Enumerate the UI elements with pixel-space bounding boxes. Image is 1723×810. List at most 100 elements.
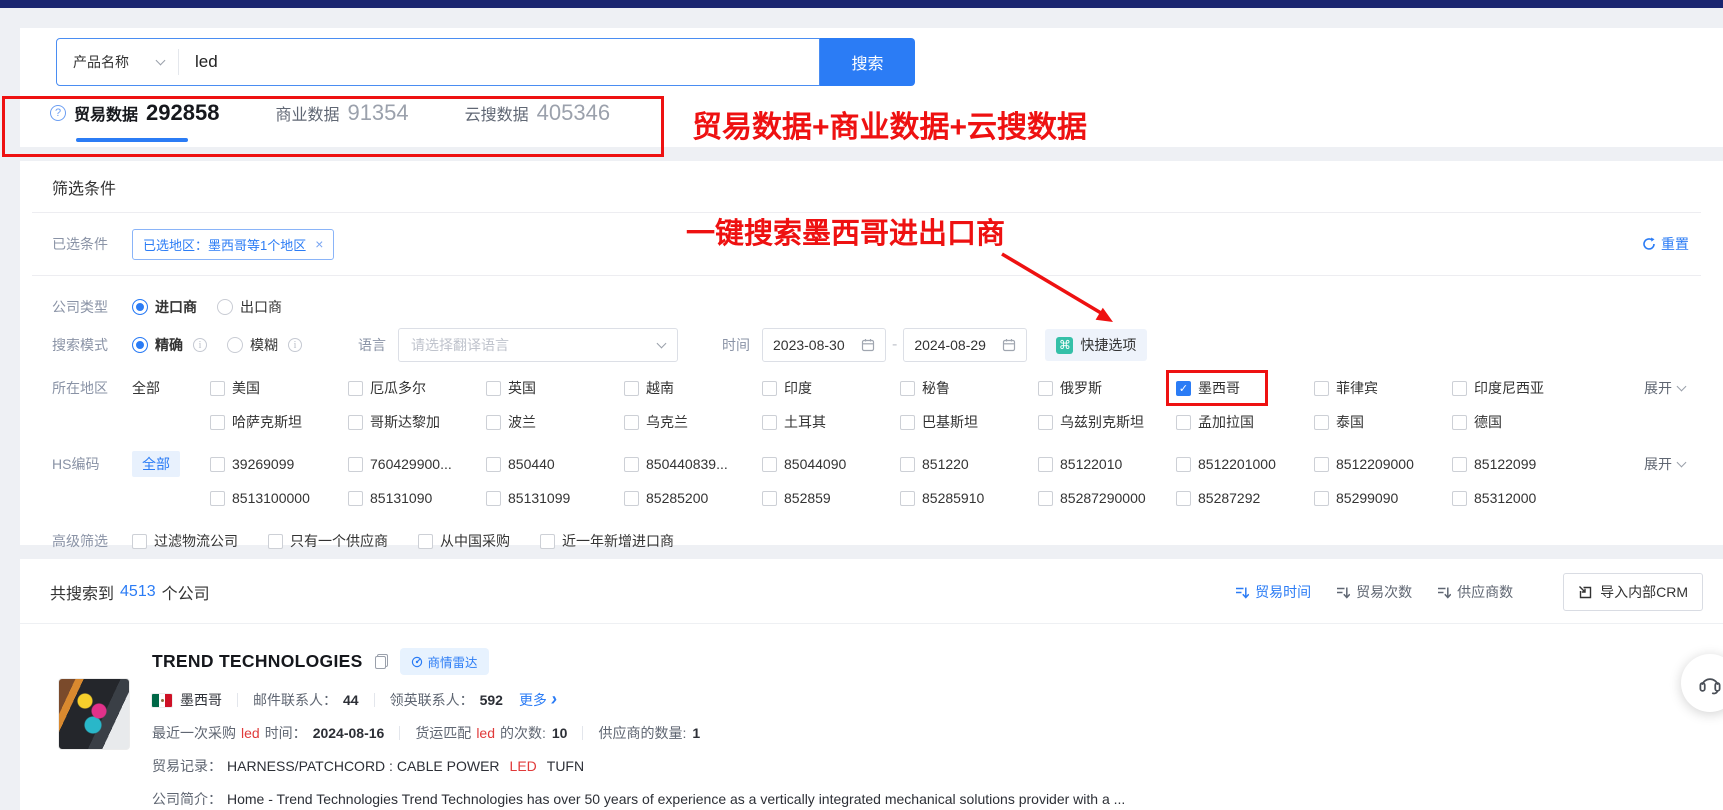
hs-code-checkbox-item[interactable]: 850440839... (624, 456, 762, 472)
hs-code-checkbox-item[interactable]: 85287290000 (1038, 490, 1176, 506)
sort-option[interactable]: 贸易次数 (1337, 582, 1412, 602)
tab-trade-data[interactable]: 贸易数据 292858 (50, 100, 219, 142)
hs-code-checkbox-item[interactable]: 85131099 (486, 490, 624, 506)
radio-exact-mode[interactable]: 精确 (132, 335, 207, 355)
hs-code-checkbox-item[interactable]: 85299090 (1314, 490, 1452, 506)
help-question-icon[interactable] (50, 105, 66, 121)
region-checkbox-item[interactable]: 泰国 (1314, 412, 1452, 432)
quick-options-button[interactable]: ⌘ 快捷选项 (1045, 329, 1147, 361)
advanced-checkbox-item[interactable]: 从中国采购 (418, 531, 510, 551)
radio-exporter[interactable]: 出口商 (217, 297, 282, 317)
hs-code-checkbox-item[interactable]: 85312000 (1452, 490, 1590, 506)
region-checkbox-item[interactable]: 印度 (762, 378, 900, 398)
divider (32, 275, 1701, 276)
hs-code-checkbox-item[interactable]: 851220 (900, 456, 1038, 472)
advanced-checkbox-item[interactable]: 只有一个供应商 (268, 531, 388, 551)
more-link[interactable]: 更多 (519, 690, 557, 710)
region-checkbox-item[interactable]: 印度尼西亚 (1452, 378, 1590, 398)
date-to-input[interactable]: 2024-08-29 (903, 328, 1027, 362)
region-checkbox-item[interactable]: 乌克兰 (624, 412, 762, 432)
region-checkbox-item[interactable]: 秘鲁 (900, 378, 1038, 398)
copy-icon[interactable] (375, 654, 388, 669)
hs-code-checkbox-item[interactable]: 85044090 (762, 456, 900, 472)
info-icon[interactable] (288, 338, 302, 352)
company-intro-label: 公司简介： (152, 789, 222, 809)
checkbox-unchecked-icon (900, 491, 915, 506)
reset-button[interactable]: 重置 (1642, 234, 1701, 254)
region-checkbox-item[interactable]: 德国 (1452, 412, 1590, 432)
region-checkbox-item[interactable]: 哈萨克斯坦 (210, 412, 348, 432)
company-result-item: TREND TECHNOLOGIES 商情雷达 墨西哥 邮件联系人： 44 (20, 624, 1723, 809)
region-checkbox-item[interactable]: 巴基斯坦 (900, 412, 1038, 432)
hs-all-option[interactable]: 全部 (132, 454, 210, 474)
hs-code-checkbox-item[interactable]: 8512201000 (1176, 456, 1314, 472)
remove-tag-icon[interactable] (315, 236, 323, 252)
hs-code-checkbox-item[interactable]: 85131090 (348, 490, 486, 506)
hs-code-checkbox-item[interactable]: 8513100000 (210, 490, 348, 506)
checkbox-unchecked-icon (624, 457, 639, 472)
region-expand-link[interactable]: 展开 (1644, 378, 1701, 398)
checkbox-unchecked-icon (762, 415, 777, 430)
region-checkbox-item[interactable]: 越南 (624, 378, 762, 398)
hs-code-checkbox-item[interactable]: 85285910 (900, 490, 1038, 506)
company-name[interactable]: TREND TECHNOLOGIES (152, 651, 363, 672)
hs-code-checkbox-item[interactable]: 85122099 (1452, 456, 1590, 472)
search-input-group: 产品名称 (56, 38, 820, 86)
region-checkbox-item[interactable]: 孟加拉国 (1176, 412, 1314, 432)
region-filter-row-1: 所在地区 全部 美国 厄瓜多尔 英国 (32, 371, 1701, 405)
region-all-option[interactable]: 全部 (132, 378, 210, 398)
checkbox-unchecked-icon (1038, 381, 1053, 396)
region-checkbox-item[interactable]: 土耳其 (762, 412, 900, 432)
region-checkbox-item[interactable]: 美国 (210, 378, 348, 398)
hs-code-checkbox-item[interactable]: 39269099 (210, 456, 348, 472)
hs-code-checkbox-item[interactable]: 85285200 (624, 490, 762, 506)
checkbox-unchecked-icon (348, 381, 363, 396)
search-category-dropdown[interactable]: 产品名称 (57, 52, 178, 72)
sort-option[interactable]: 供应商数 (1438, 582, 1513, 602)
region-checkbox-item[interactable]: 乌兹别克斯坦 (1038, 412, 1176, 432)
search-input[interactable] (179, 52, 819, 72)
sort-trade-time[interactable]: 贸易时间 (1236, 582, 1311, 602)
selected-region-tag[interactable]: 已选地区：墨西哥等1个地区 (132, 229, 334, 260)
checkbox-unchecked-icon (762, 381, 777, 396)
import-crm-button[interactable]: 导入内部CRM (1563, 573, 1703, 611)
region-checkbox-item[interactable]: 哥斯达黎加 (348, 412, 486, 432)
hs-code-row-2: 8513100000 85131090 85131099 85285200 (32, 481, 1701, 515)
checkbox-unchecked-icon (210, 491, 225, 506)
region-checkbox-item[interactable]: 俄罗斯 (1038, 378, 1176, 398)
region-checkbox-item[interactable]: 波兰 (486, 412, 624, 432)
hs-code-checkbox-item[interactable]: 8512209000 (1314, 456, 1452, 472)
checkbox-unchecked-icon (1176, 415, 1191, 430)
date-from-input[interactable]: 2023-08-30 (762, 328, 886, 362)
hs-code-checkbox-item[interactable]: 852859 (762, 490, 900, 506)
company-name-row: TREND TECHNOLOGIES 商情雷达 (152, 648, 1693, 675)
info-icon[interactable] (193, 338, 207, 352)
chevron-down-icon (1677, 457, 1687, 467)
trade-record-row: 贸易记录： HARNESS/PATCHCORD : CABLE POWER LE… (152, 756, 1693, 776)
translate-language-select[interactable]: 请选择翻译语言 (398, 328, 678, 362)
business-radar-badge[interactable]: 商情雷达 (400, 648, 489, 675)
radio-importer[interactable]: 进口商 (132, 297, 197, 317)
radio-fuzzy-mode[interactable]: 模糊 (227, 335, 302, 355)
advanced-checkbox-item[interactable]: 过滤物流公司 (132, 531, 238, 551)
sort-icon (1438, 586, 1451, 599)
advanced-checkbox-item[interactable]: 近一年新增进口商 (540, 531, 674, 551)
email-contacts-label: 邮件联系人： (253, 690, 337, 710)
region-checkbox-item-mexico[interactable]: 墨西哥 (1176, 378, 1314, 398)
search-button[interactable]: 搜索 (820, 38, 915, 86)
hs-expand-link[interactable]: 展开 (1644, 454, 1701, 474)
tab-data-source[interactable]: 商业数据 91354 (275, 100, 408, 142)
region-options: 美国 厄瓜多尔 英国 越南 印度 (210, 378, 1176, 398)
region-checkbox-item[interactable]: 菲律宾 (1314, 378, 1452, 398)
language-label: 语言 (358, 335, 386, 355)
radio-selected-icon (132, 299, 148, 315)
company-country: 墨西哥 (180, 690, 222, 710)
region-checkbox-item[interactable]: 厄瓜多尔 (348, 378, 486, 398)
hs-code-checkbox-item[interactable]: 850440 (486, 456, 624, 472)
hs-code-checkbox-item[interactable]: 760429900... (348, 456, 486, 472)
hs-code-checkbox-item[interactable]: 85122010 (1038, 456, 1176, 472)
checkbox-unchecked-icon (486, 381, 501, 396)
tab-data-source[interactable]: 云搜数据 405346 (465, 100, 610, 142)
hs-code-checkbox-item[interactable]: 85287292 (1176, 490, 1314, 506)
region-checkbox-item[interactable]: 英国 (486, 378, 624, 398)
